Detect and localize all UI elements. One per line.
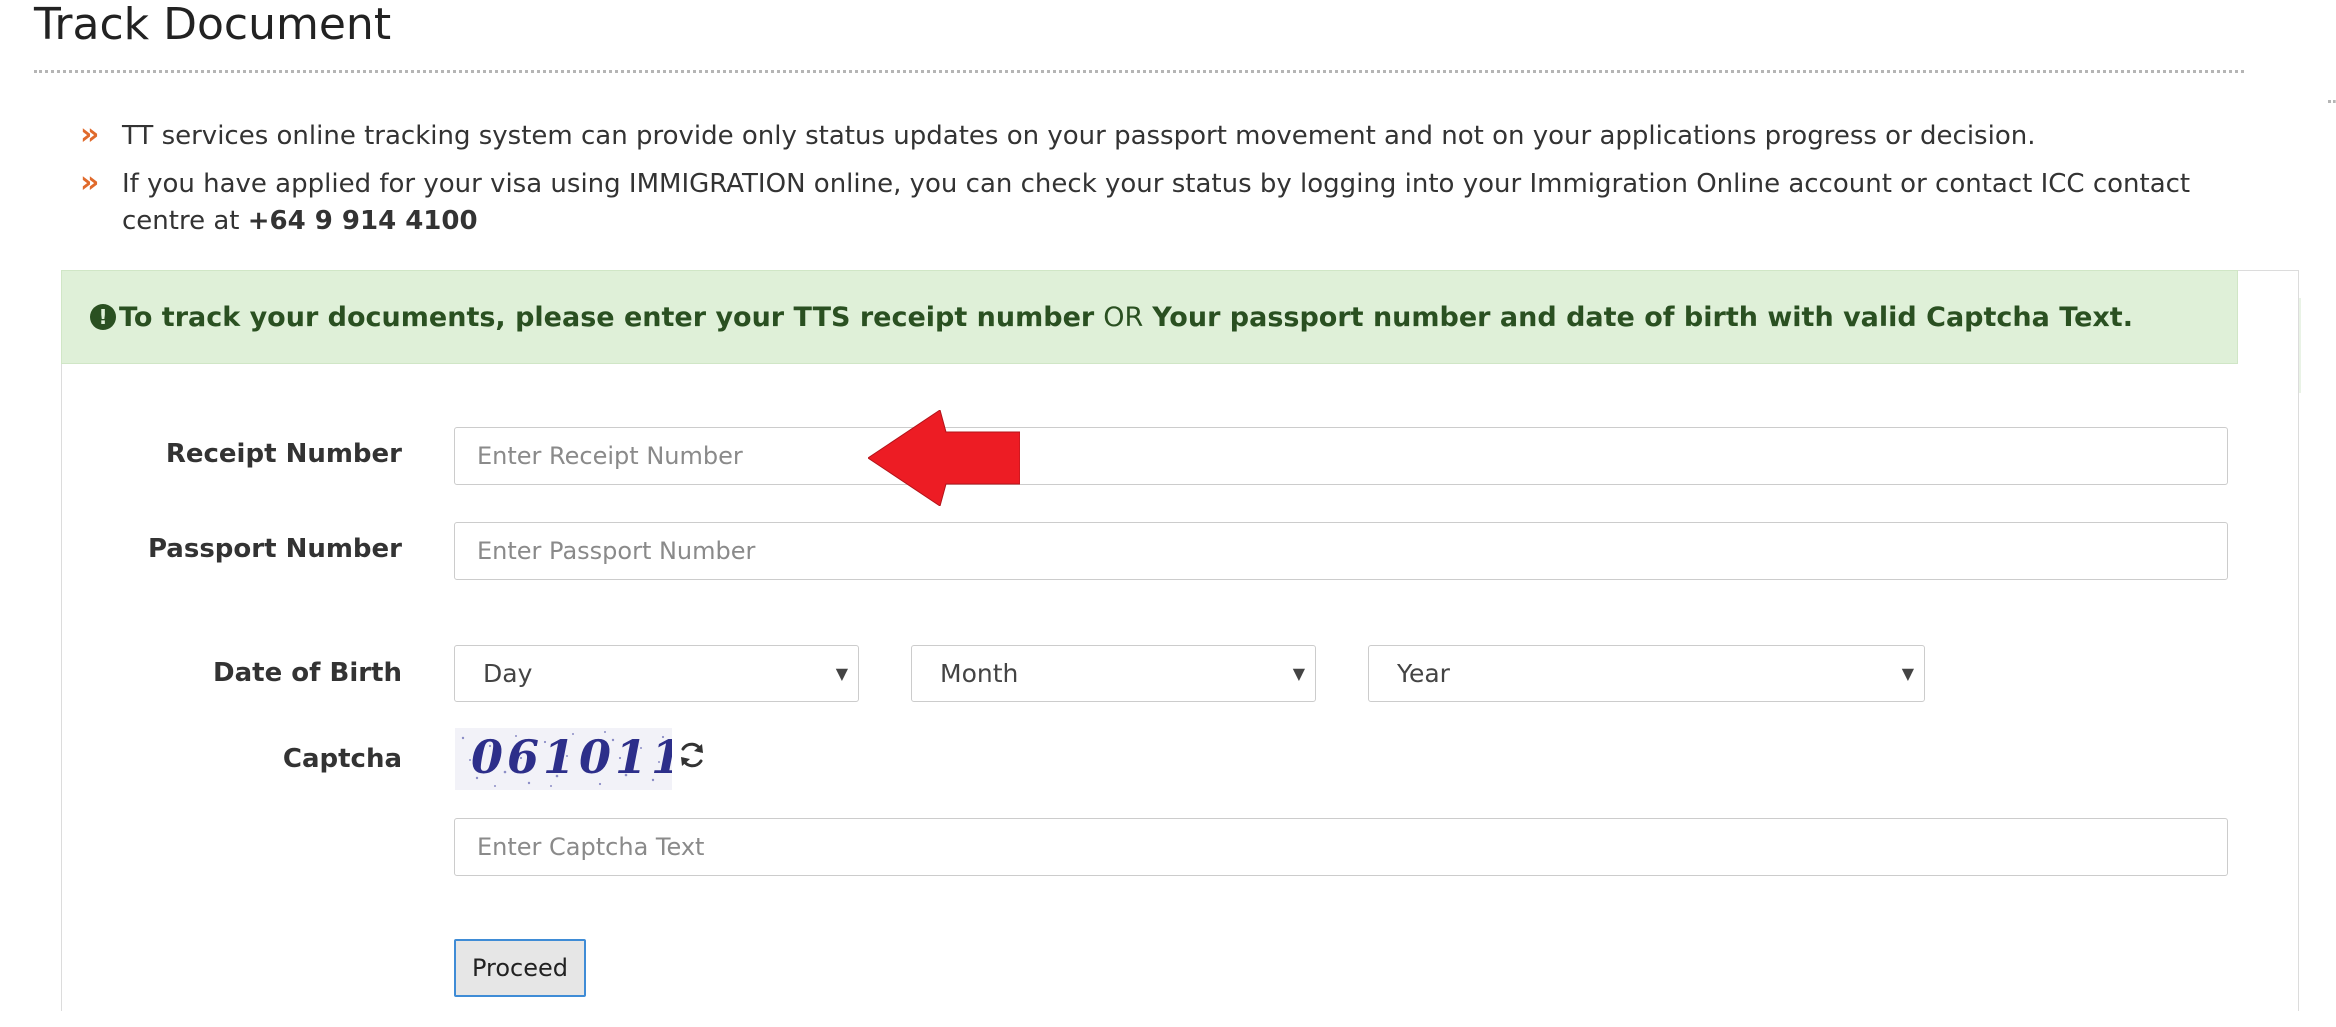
contact-phone: +64 9 914 4100 xyxy=(247,206,478,236)
chevron-down-icon: ▼ xyxy=(1901,664,1914,683)
date-of-birth-label: Date of Birth xyxy=(213,658,402,688)
info-item: » TT services online tracking system can… xyxy=(78,117,2228,155)
captcha-image: 061011 xyxy=(455,728,672,790)
info-list: » TT services online tracking system can… xyxy=(78,117,2228,240)
captcha-input[interactable] xyxy=(454,818,2228,876)
passport-number-input[interactable] xyxy=(454,522,2228,580)
captcha-label: Captcha xyxy=(282,744,402,774)
exclamation-circle-icon: ! xyxy=(90,304,116,330)
notice-text-part2: Your passport number and date of birth w… xyxy=(1152,301,2133,333)
double-chevron-right-icon: » xyxy=(80,117,100,152)
refresh-icon[interactable] xyxy=(677,740,707,770)
notice-banner: ! To track your documents, please enter … xyxy=(61,270,2238,364)
chevron-down-icon: ▼ xyxy=(1292,664,1305,683)
day-select[interactable]: Day ▼ xyxy=(454,645,859,702)
chevron-down-icon: ▼ xyxy=(835,664,848,683)
double-chevron-right-icon: » xyxy=(80,165,100,200)
title-divider xyxy=(34,70,2244,73)
month-select[interactable]: Month ▼ xyxy=(911,645,1316,702)
info-text: TT services online tracking system can p… xyxy=(122,121,2036,151)
passport-number-label: Passport Number xyxy=(147,534,402,564)
year-select-value: Year xyxy=(1397,659,1450,688)
captcha-code: 061011 xyxy=(471,730,672,784)
page-title: Track Document xyxy=(34,0,392,50)
notice-or: OR xyxy=(1103,301,1144,333)
day-select-value: Day xyxy=(483,659,533,688)
red-arrow-left-icon xyxy=(868,410,1020,506)
receipt-number-label: Receipt Number xyxy=(165,439,402,469)
year-select[interactable]: Year ▼ xyxy=(1368,645,1925,702)
notice-text-part1: To track your documents, please enter yo… xyxy=(119,301,1095,333)
info-item: » If you have applied for your visa usin… xyxy=(78,165,2228,240)
receipt-number-input[interactable] xyxy=(454,427,2228,485)
proceed-button[interactable]: Proceed xyxy=(454,939,586,997)
form-panel xyxy=(61,270,2299,1011)
month-select-value: Month xyxy=(940,659,1019,688)
side-divider xyxy=(2328,100,2336,103)
